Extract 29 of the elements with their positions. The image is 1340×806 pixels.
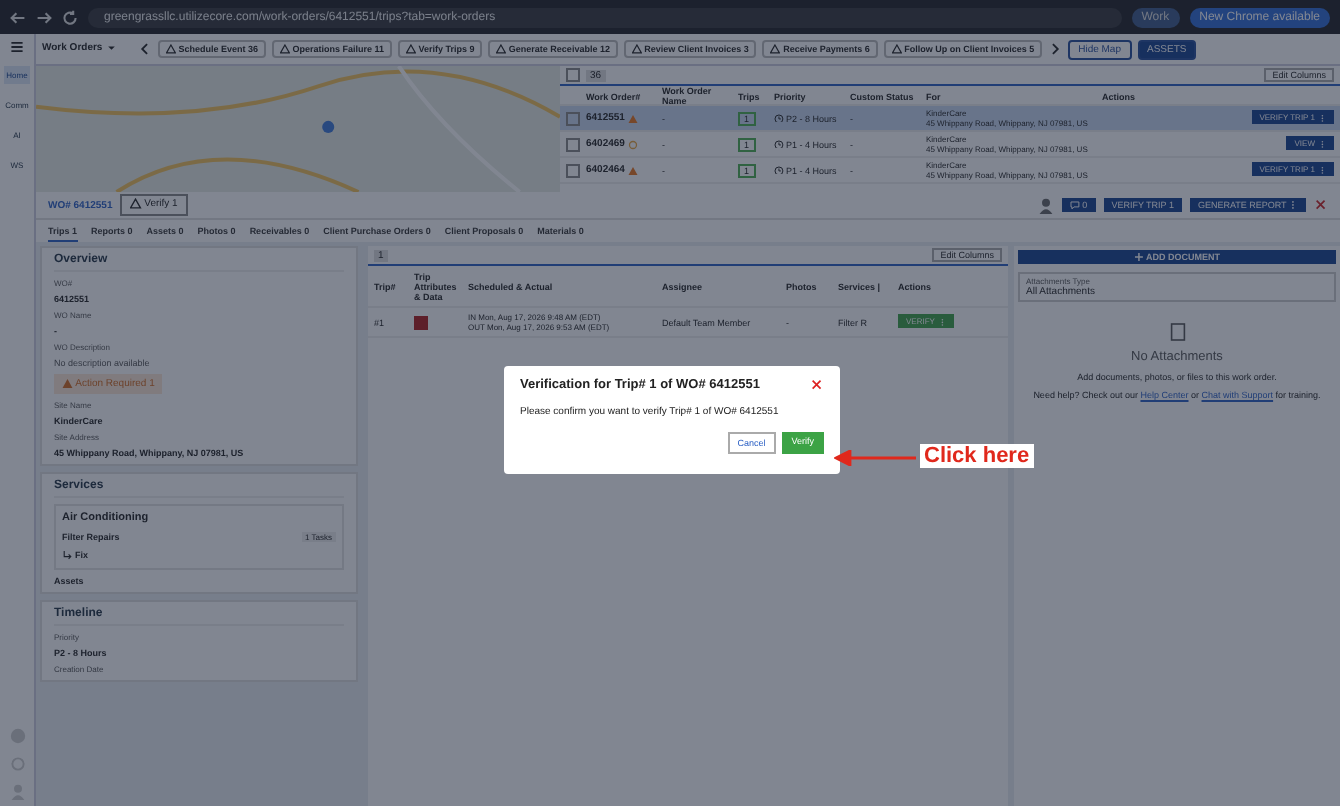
chevron-left-icon[interactable]: [138, 42, 153, 56]
reload-icon[interactable]: [62, 9, 78, 25]
close-icon[interactable]: [1314, 198, 1328, 212]
clock-icon: [774, 113, 784, 123]
clock-icon: [774, 165, 784, 175]
plus-icon: [1133, 252, 1144, 263]
annotation-label: Click here: [920, 444, 1034, 468]
forward-arrow-icon[interactable]: [36, 9, 52, 25]
chat-icon: [1069, 200, 1080, 211]
warning-icon: [62, 378, 73, 389]
warning-icon: [631, 44, 642, 55]
chevron-right-icon[interactable]: [1048, 42, 1063, 56]
close-icon[interactable]: [810, 378, 824, 392]
caret-icon: [105, 42, 117, 54]
warning-icon: [770, 44, 781, 55]
team-avatar-icon[interactable]: [1037, 197, 1054, 213]
back-arrow-icon[interactable]: [10, 9, 26, 25]
arrow-icon: [834, 450, 918, 466]
trip-attribute-icon: [414, 313, 428, 331]
warning-icon: [496, 44, 507, 55]
document-icon: [1169, 322, 1185, 343]
sub-item-arrow-icon: [62, 550, 73, 562]
warning-icon: [406, 44, 416, 55]
clock-icon: [774, 139, 784, 149]
warning-icon: [130, 198, 142, 210]
menu-icon[interactable]: [10, 40, 24, 54]
warning-icon: [891, 44, 902, 55]
warning-icon: [166, 44, 177, 55]
warning-icon: [280, 44, 290, 55]
